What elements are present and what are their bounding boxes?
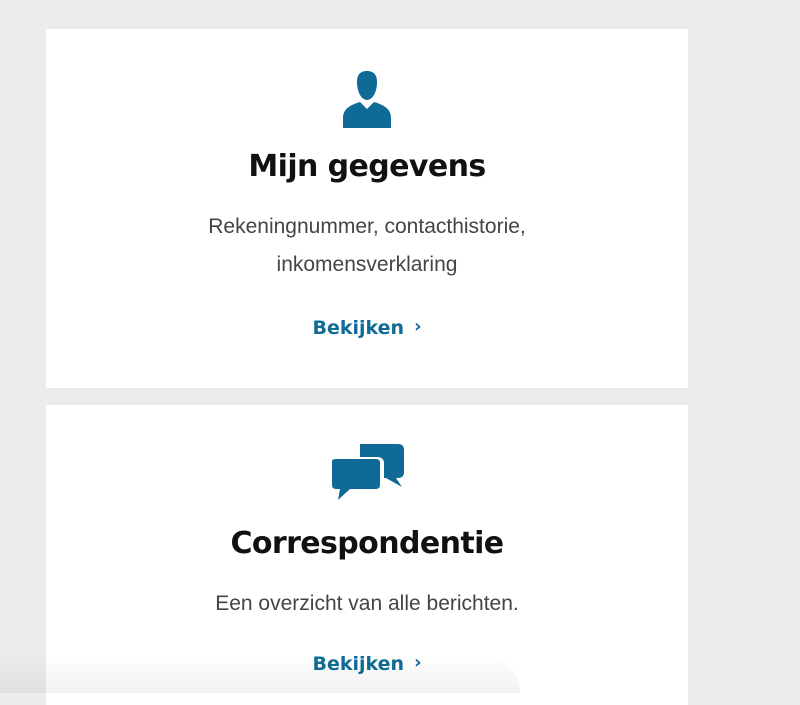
chat-bubbles-icon xyxy=(46,442,688,512)
link-label: Bekijken xyxy=(312,317,405,339)
card-description: Een overzicht van alle berichten. xyxy=(46,585,688,623)
card-description-line: Een overzicht van alle berichten. xyxy=(215,592,519,615)
person-icon xyxy=(46,70,688,128)
card-title: Mijn gegevens xyxy=(248,149,486,184)
chevron-right-icon: › xyxy=(414,316,422,337)
card-description-line: Rekeningnummer, contacthistorie, xyxy=(208,215,526,238)
bekijken-link[interactable]: Bekijken › xyxy=(46,653,688,675)
card-description: Rekeningnummer, contacthistorie, inkomen… xyxy=(46,208,688,284)
chevron-right-icon: › xyxy=(414,652,422,673)
link-label: Bekijken xyxy=(312,653,405,675)
card-description-line: inkomensverklaring xyxy=(276,253,458,276)
card-title: Correspondentie xyxy=(230,526,504,561)
card-correspondentie: Correspondentie Een overzicht van alle b… xyxy=(46,405,688,705)
bekijken-link[interactable]: Bekijken › xyxy=(46,317,688,339)
card-mijn-gegevens: Mijn gegevens Rekeningnummer, contacthis… xyxy=(46,29,688,388)
